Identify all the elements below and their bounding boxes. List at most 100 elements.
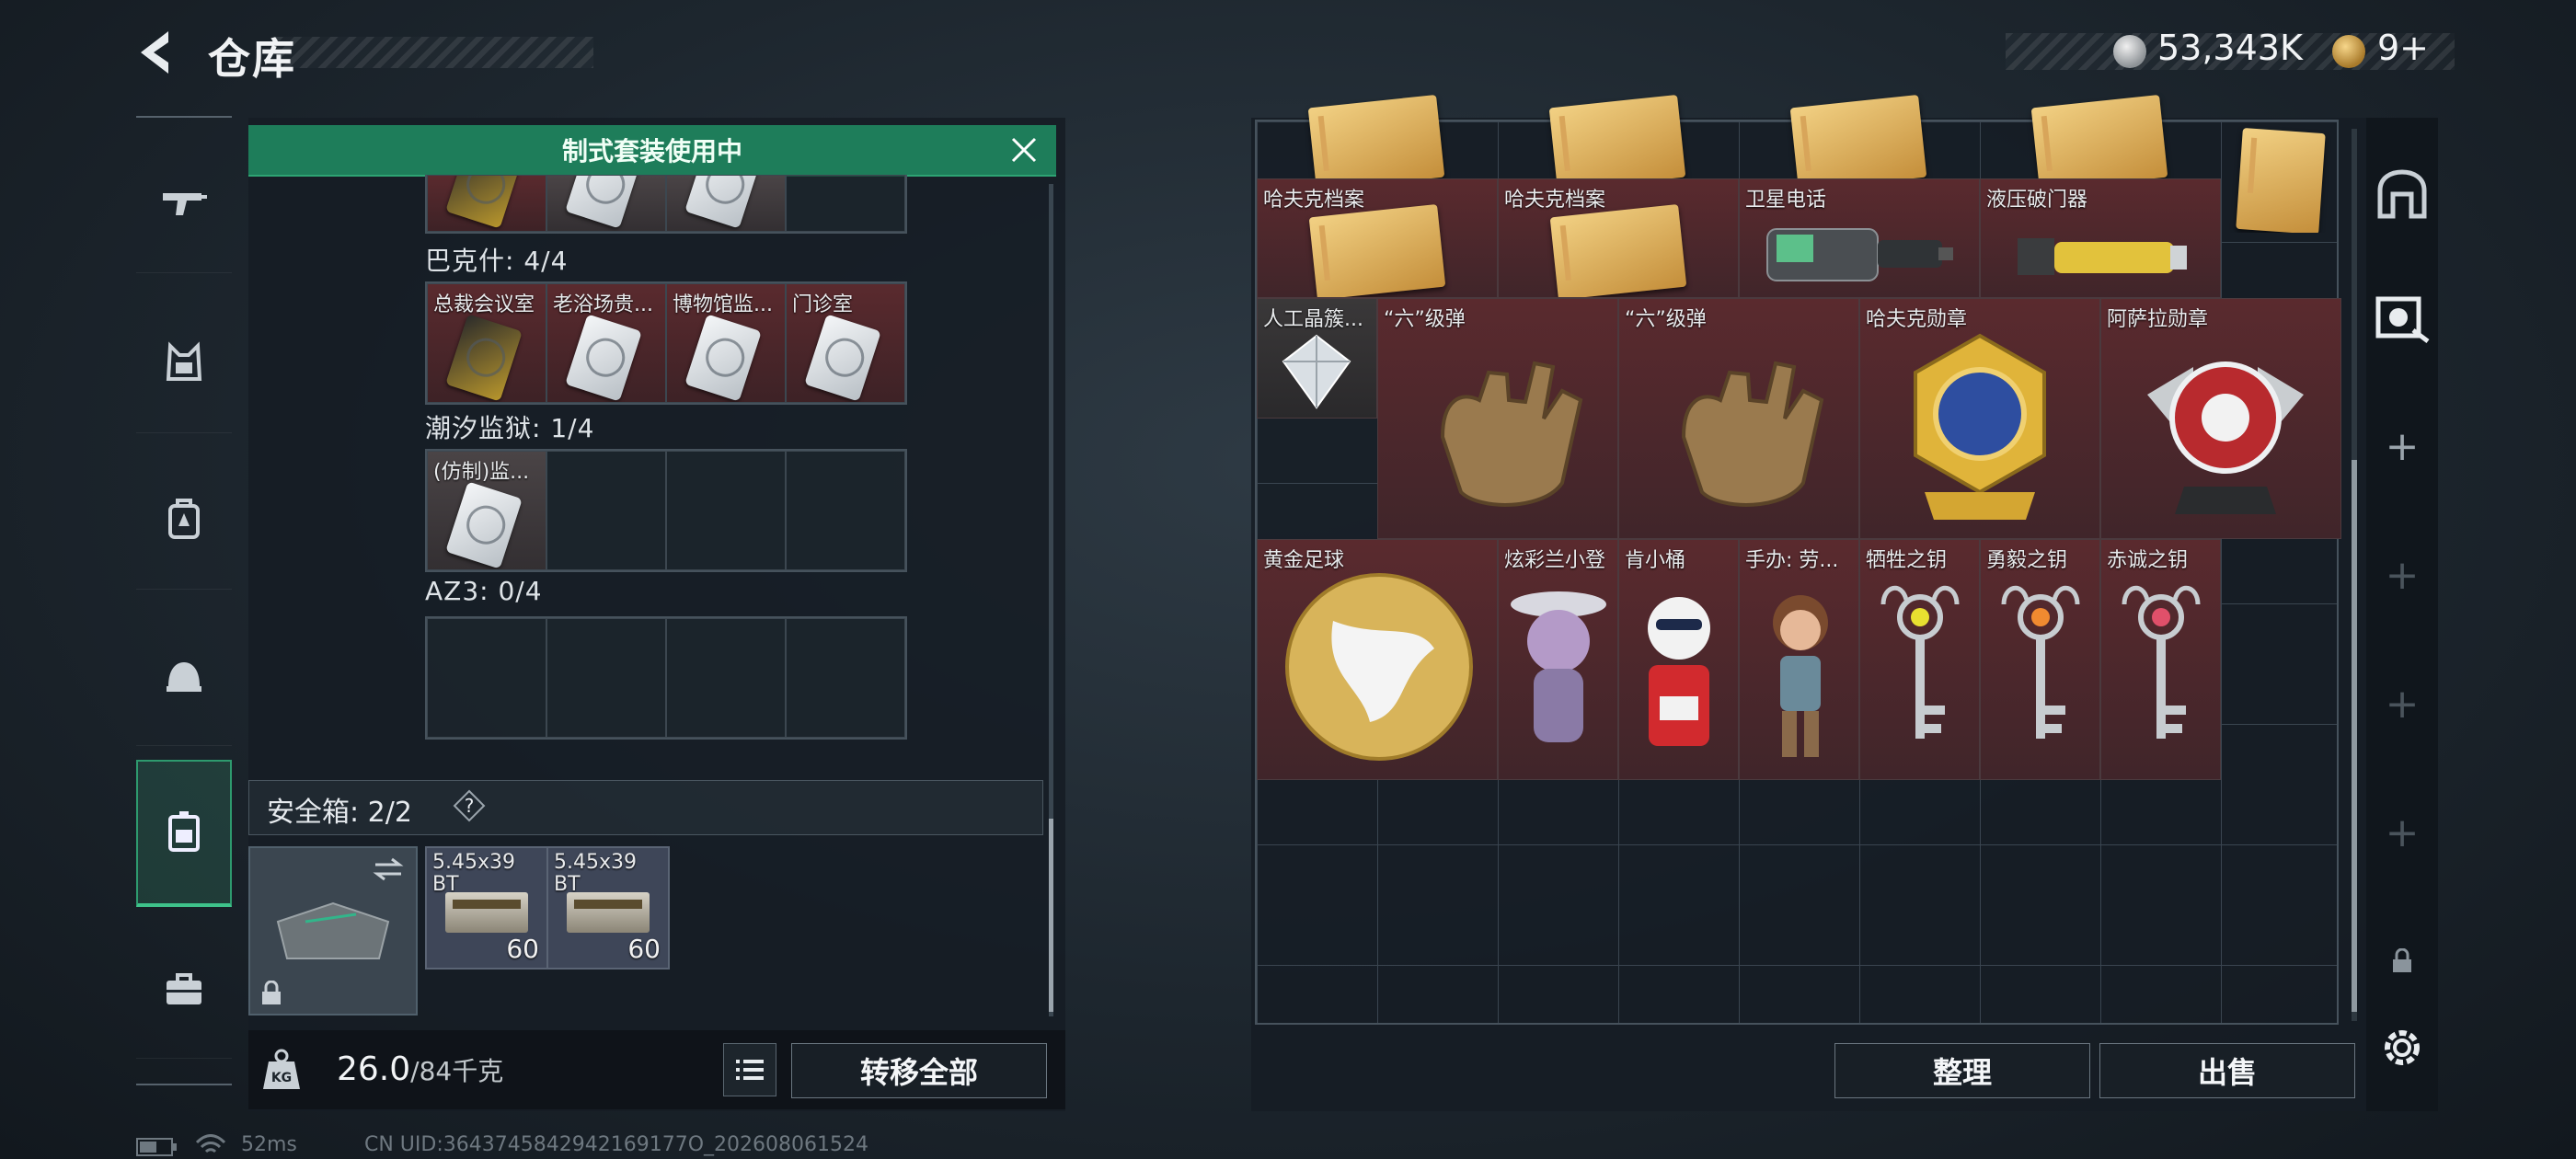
keycard-item[interactable]: 老浴场贵... — [546, 283, 666, 403]
inventory-item[interactable]: 手办: 劳... — [1739, 539, 1859, 780]
add-storage-tab-plus[interactable]: + — [2370, 671, 2434, 736]
inventory-item[interactable]: 人工晶簇... — [1257, 298, 1377, 419]
inventory-item[interactable]: 勇毅之钥 — [1980, 539, 2100, 780]
grid-cell[interactable] — [786, 175, 905, 232]
list-icon — [736, 1060, 764, 1080]
add-storage-tab-plus[interactable]: + — [2370, 543, 2434, 607]
empty-slot[interactable] — [786, 451, 905, 570]
toolbox-tab[interactable] — [136, 920, 232, 1059]
gold-currency-value[interactable]: 9+ — [2377, 28, 2429, 68]
safe-box-tab[interactable] — [136, 760, 232, 907]
keycard-item[interactable]: 总裁会议室 — [427, 283, 546, 403]
safe-box-label: 安全箱: 2/2 — [267, 797, 412, 829]
empty-slot[interactable] — [546, 451, 666, 570]
inventory-item[interactable]: 黄金足球 — [1257, 539, 1498, 780]
inventory-item[interactable]: 液压破门器 — [1980, 178, 2221, 298]
safe-box-slot[interactable] — [248, 846, 418, 1016]
help-icon[interactable]: ? — [453, 789, 486, 822]
keycard-icon — [445, 481, 523, 569]
satellite-phone-icon — [1766, 228, 1953, 281]
svg-text:?: ? — [465, 795, 475, 817]
partial-item — [1498, 64, 1739, 178]
haavk-medal-icon — [1914, 333, 2046, 520]
hand-gesture-icon — [1440, 361, 1583, 507]
vault-icon — [2377, 169, 2427, 219]
inventory-item[interactable]: “六”级弹 — [1618, 298, 1859, 539]
inventory-item[interactable]: 哈夫克档案 — [1498, 178, 1739, 298]
silver-currency-value[interactable]: 53,343K — [2157, 28, 2303, 68]
collection-grid: (仿制)监... — [425, 449, 907, 572]
transfer-all-button[interactable]: 转移全部 — [791, 1043, 1047, 1098]
safe-case-icon — [276, 901, 390, 959]
section-label: AZ3: 0/4 — [425, 576, 543, 606]
inventory-item[interactable]: 肯小桶 — [1618, 539, 1739, 780]
scrollbar-thumb[interactable] — [2352, 460, 2357, 1012]
empty-slot[interactable] — [666, 618, 786, 738]
battery-icon — [136, 1138, 177, 1156]
backpack-icon — [168, 499, 200, 539]
loadout-banner: 制式套装使用中 — [248, 125, 1056, 177]
grid-cell[interactable] — [546, 175, 666, 232]
grid-cell[interactable] — [666, 175, 786, 232]
add-storage-tab-plus[interactable]: + — [2370, 800, 2434, 865]
inventory-item[interactable]: “六”级弹 — [1377, 298, 1618, 539]
gear-icon — [2385, 1030, 2420, 1065]
inventory-item[interactable]: 赤诚之钥 — [2100, 539, 2221, 780]
safe-box-icon — [168, 811, 200, 852]
banner-text: 制式套装使用中 — [561, 136, 742, 166]
keycard-icon — [804, 314, 881, 402]
archive-folder-icon — [1549, 203, 1687, 297]
silver-coin-icon — [2113, 35, 2146, 68]
ammo-count: 60 — [506, 934, 539, 964]
sell-button[interactable]: 出售 — [2099, 1043, 2355, 1098]
armor-tab[interactable] — [136, 294, 232, 433]
scrollbar-thumb[interactable] — [1049, 819, 1053, 1012]
inventory-item[interactable]: 哈夫克勋章 — [1859, 298, 2100, 539]
helmet-tab[interactable] — [136, 607, 232, 746]
inventory-item[interactable]: 炫彩兰小登 — [1498, 539, 1618, 780]
hand-gesture-icon — [1681, 361, 1824, 507]
keycard-item[interactable]: (仿制)监... — [427, 451, 546, 570]
keycard-item[interactable]: 门诊室 — [786, 283, 905, 403]
add-storage-tab-plus[interactable]: + — [2370, 414, 2434, 478]
asala-medal-icon — [2147, 361, 2304, 514]
sort-button[interactable]: 整理 — [1834, 1043, 2090, 1098]
svg-text:KG: KG — [271, 1071, 292, 1085]
keycard-icon — [684, 314, 762, 402]
ammo-item[interactable]: 5.45x39 BT 60 — [425, 846, 548, 970]
settings-button[interactable] — [2370, 1016, 2434, 1080]
left-scrollbar[interactable] — [1049, 184, 1053, 1016]
grid-cell[interactable] — [427, 175, 546, 232]
inventory-item[interactable]: 卫星电话 — [1739, 178, 1980, 298]
weapon-tab[interactable] — [136, 134, 232, 273]
keycard-item[interactable]: 博物馆监... — [666, 283, 786, 403]
right-scrollbar[interactable] — [2352, 129, 2357, 1021]
backpack-tab[interactable] — [136, 451, 232, 590]
collection-tab[interactable] — [2370, 285, 2434, 350]
key-icon — [2122, 586, 2201, 739]
collection-grid: 总裁会议室 老浴场贵... 博物馆监... 门诊室 — [425, 281, 907, 405]
locked-tab[interactable] — [2370, 929, 2434, 993]
back-arrow-icon[interactable] — [133, 28, 179, 77]
empty-slot[interactable] — [427, 618, 546, 738]
close-icon[interactable] — [1008, 134, 1040, 166]
section-label: 潮汐监狱: 1/4 — [425, 413, 595, 443]
keycard-icon — [445, 314, 523, 402]
figure-icon — [1648, 597, 1710, 746]
inventory-item[interactable]: 哈夫克档案 — [1257, 178, 1498, 298]
inventory-item[interactable]: 阿萨拉勋章 — [2100, 298, 2341, 539]
empty-slot[interactable] — [546, 618, 666, 738]
storage-home-tab[interactable] — [2370, 162, 2434, 226]
key-icon — [1880, 586, 1960, 739]
empty-slot[interactable] — [666, 451, 786, 570]
ammo-item[interactable]: 5.45x39 BT 60 — [546, 846, 670, 970]
carry-weight: 26.0/84千克 — [337, 1050, 503, 1088]
helmet-icon — [167, 662, 201, 692]
partial-item — [1739, 64, 1980, 178]
list-view-button[interactable] — [723, 1043, 776, 1096]
swap-icon[interactable] — [372, 855, 405, 883]
inventory-item[interactable]: 牺牲之钥 — [1859, 539, 1980, 780]
lock-icon — [262, 981, 281, 1004]
empty-slot[interactable] — [786, 618, 905, 738]
figure-icon — [1511, 591, 1606, 742]
